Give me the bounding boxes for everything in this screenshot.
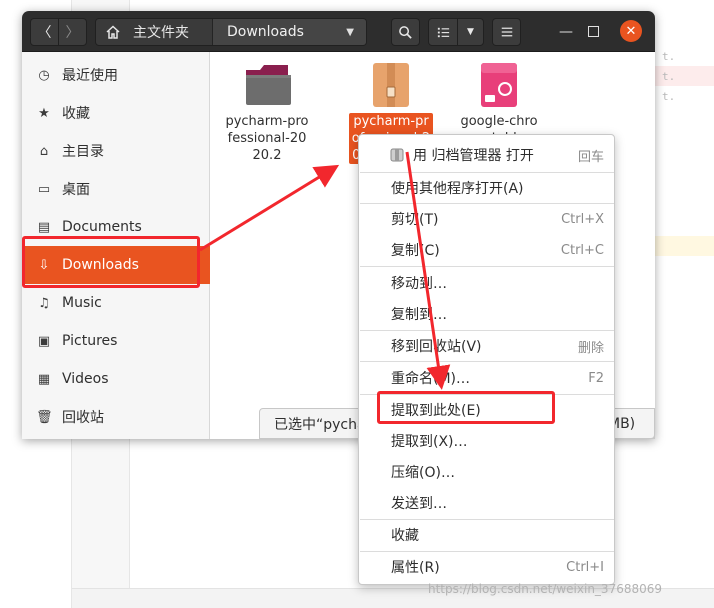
sidebar-item-desktop[interactable]: ▭ 桌面: [22, 170, 210, 208]
background-code-text: t.: [662, 90, 676, 103]
music-icon: ♫: [38, 295, 50, 311]
archive-icon: [367, 61, 415, 109]
sidebar-item-label: 桌面: [62, 182, 90, 198]
home-icon: [106, 25, 120, 39]
video-icon: ▦: [37, 371, 51, 387]
sidebar-item-label: Pictures: [62, 333, 118, 349]
path-current-button[interactable]: Downloads ▼: [213, 19, 366, 45]
minimize-button[interactable]: —: [559, 24, 573, 40]
menu-separator: [360, 361, 614, 362]
watermark: https://blog.csdn.net/weixin_37688069: [428, 582, 663, 596]
menu-item-cut[interactable]: 剪切(T) Ctrl+X: [360, 204, 614, 234]
menu-item-rename[interactable]: 重命名(M)… F2: [360, 363, 614, 393]
back-button[interactable]: 〈: [30, 18, 59, 46]
hamburger-icon: [501, 27, 512, 37]
menu-item-move-to-trash[interactable]: 移到回收站(V) 删除: [360, 331, 614, 361]
clock-icon: ◷: [38, 67, 50, 83]
view-options-button[interactable]: ▼: [457, 18, 484, 46]
sidebar-item-label: 收藏: [62, 106, 90, 122]
maximize-button[interactable]: [588, 26, 599, 37]
trash-icon: 🗑: [36, 409, 53, 425]
sidebar-item-label: Documents: [62, 219, 142, 235]
background-highlight-line: [655, 236, 714, 256]
deb-package-icon: [475, 61, 523, 109]
archive-manager-icon: [390, 148, 404, 162]
menu-item-label: 发送到…: [391, 496, 447, 512]
menu-item-accel: Ctrl+C: [560, 242, 604, 258]
file-item-label: pycharm-professional-2020.2: [225, 114, 309, 163]
menu-item-accel: Ctrl+I: [566, 559, 604, 575]
sidebar-item-label: 最近使用: [62, 68, 118, 84]
chevron-down-icon: ▼: [346, 26, 354, 38]
menu-item-label: 压缩(O)…: [391, 465, 455, 481]
menu-item-accel: 回车: [577, 149, 604, 165]
background-code-text: t.: [662, 70, 676, 83]
menu-item-move-to[interactable]: 移动到…: [360, 268, 614, 298]
sidebar-item-trash[interactable]: 🗑 回收站: [22, 398, 210, 436]
menu-item-label: 重命名(M)…: [391, 371, 471, 387]
menu-item-label: 属性(R): [391, 560, 440, 576]
search-icon: [399, 25, 412, 39]
hamburger-menu-button[interactable]: [492, 18, 521, 46]
menu-item-label: 移到回收站(V): [391, 339, 482, 355]
menu-separator: [360, 266, 614, 267]
menu-item-label: 移动到…: [391, 276, 447, 292]
header-bar: 〈 〉 主文件夹 Downloads ▼ ▼ — ✕: [22, 11, 655, 52]
forward-button[interactable]: 〉: [58, 18, 87, 46]
path-current-label: Downloads: [227, 24, 304, 40]
menu-item-label: 用 归档管理器 打开: [413, 148, 534, 164]
path-home-button[interactable]: 主文件夹: [96, 19, 213, 45]
chevron-left-icon: 〈: [37, 25, 52, 41]
menu-item-accel: F2: [588, 370, 604, 386]
menu-item-label: 复制到…: [391, 307, 447, 323]
file-item-folder[interactable]: pycharm-professional-2020.2: [225, 61, 309, 164]
sidebar-item-videos[interactable]: ▦ Videos: [22, 360, 210, 398]
menu-item-send-to[interactable]: 发送到…: [360, 488, 614, 518]
menu-item-copy-to[interactable]: 复制到…: [360, 299, 614, 329]
path-bar: 主文件夹 Downloads ▼: [95, 18, 367, 46]
home-icon: ⌂: [39, 143, 49, 159]
star-icon: ★: [38, 105, 50, 121]
menu-item-label: 提取到(X)…: [391, 434, 468, 450]
chevron-right-icon: 〉: [65, 25, 80, 41]
sidebar-item-label: 回收站: [62, 410, 104, 426]
desktop-icon: ▭: [37, 181, 51, 197]
menu-item-open-with-archive-manager[interactable]: 用 归档管理器 打开 回车: [360, 140, 614, 170]
close-icon: ✕: [625, 23, 637, 39]
menu-item-label: 剪切(T): [391, 212, 439, 228]
sidebar-item-starred[interactable]: ★ 收藏: [22, 94, 210, 132]
list-view-icon: [437, 27, 449, 37]
menu-item-accel: Ctrl+X: [561, 211, 604, 227]
folder-icon: [243, 61, 291, 109]
sidebar-item-label: Music: [62, 295, 102, 311]
menu-item-label: 收藏: [391, 528, 419, 544]
annotation-box-downloads: [22, 236, 200, 288]
background-code-text: t.: [662, 50, 676, 63]
annotation-box-extract-here: [377, 391, 555, 424]
list-view-button[interactable]: [428, 18, 458, 46]
menu-item-compress[interactable]: 压缩(O)…: [360, 457, 614, 487]
path-home-label: 主文件夹: [133, 25, 189, 41]
sidebar-item-recent[interactable]: ◷ 最近使用: [22, 56, 210, 94]
sidebar-item-home[interactable]: ⌂ 主目录: [22, 132, 210, 170]
chevron-down-icon: ▼: [467, 27, 474, 37]
picture-icon: ▣: [37, 333, 51, 349]
close-button[interactable]: ✕: [620, 20, 642, 42]
menu-item-extract-to[interactable]: 提取到(X)…: [360, 426, 614, 456]
search-button[interactable]: [391, 18, 420, 46]
menu-item-copy[interactable]: 复制(C) Ctrl+C: [360, 235, 614, 265]
menu-item-star[interactable]: 收藏: [360, 520, 614, 550]
menu-item-accel: 删除: [577, 340, 604, 356]
document-icon: ▤: [37, 219, 51, 235]
context-menu: 用 归档管理器 打开 回车 使用其他程序打开(A) 剪切(T) Ctrl+X 复…: [358, 134, 615, 585]
sidebar-item-music[interactable]: ♫ Music: [22, 284, 210, 322]
menu-item-properties[interactable]: 属性(R) Ctrl+I: [360, 552, 614, 582]
menu-item-open-with-other[interactable]: 使用其他程序打开(A): [360, 173, 614, 203]
menu-item-label: 使用其他程序打开(A): [391, 181, 524, 197]
sidebar-item-pictures[interactable]: ▣ Pictures: [22, 322, 210, 360]
sidebar-item-label: Videos: [62, 371, 109, 387]
menu-item-label: 复制(C): [391, 243, 440, 259]
sidebar-item-label: 主目录: [62, 144, 104, 160]
